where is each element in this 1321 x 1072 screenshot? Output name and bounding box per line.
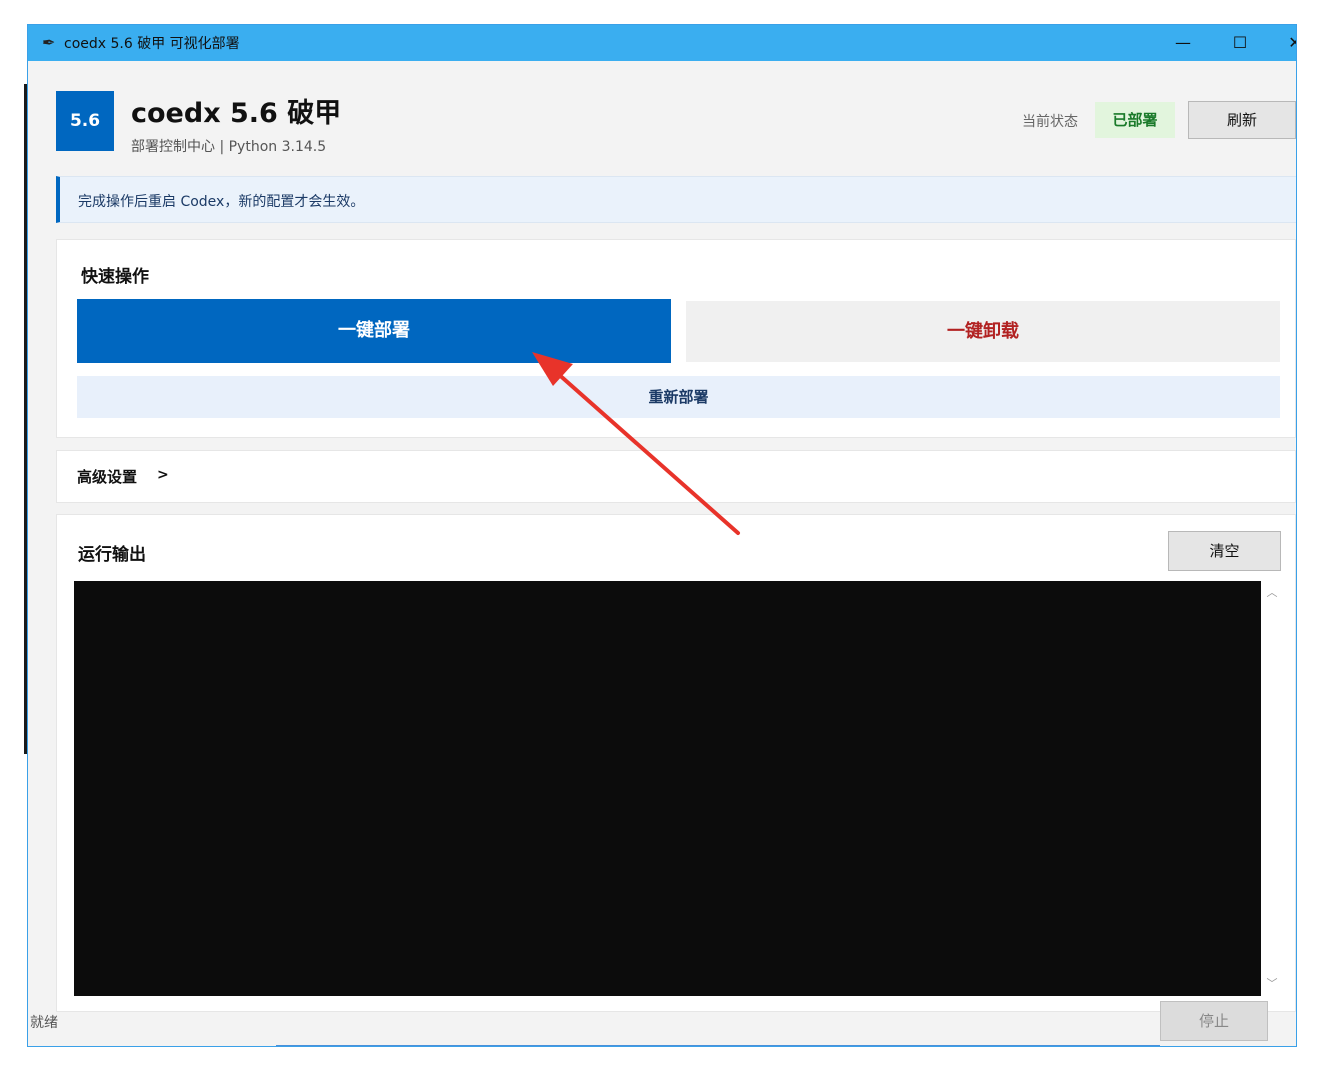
annotation-arrow-icon bbox=[532, 352, 740, 535]
